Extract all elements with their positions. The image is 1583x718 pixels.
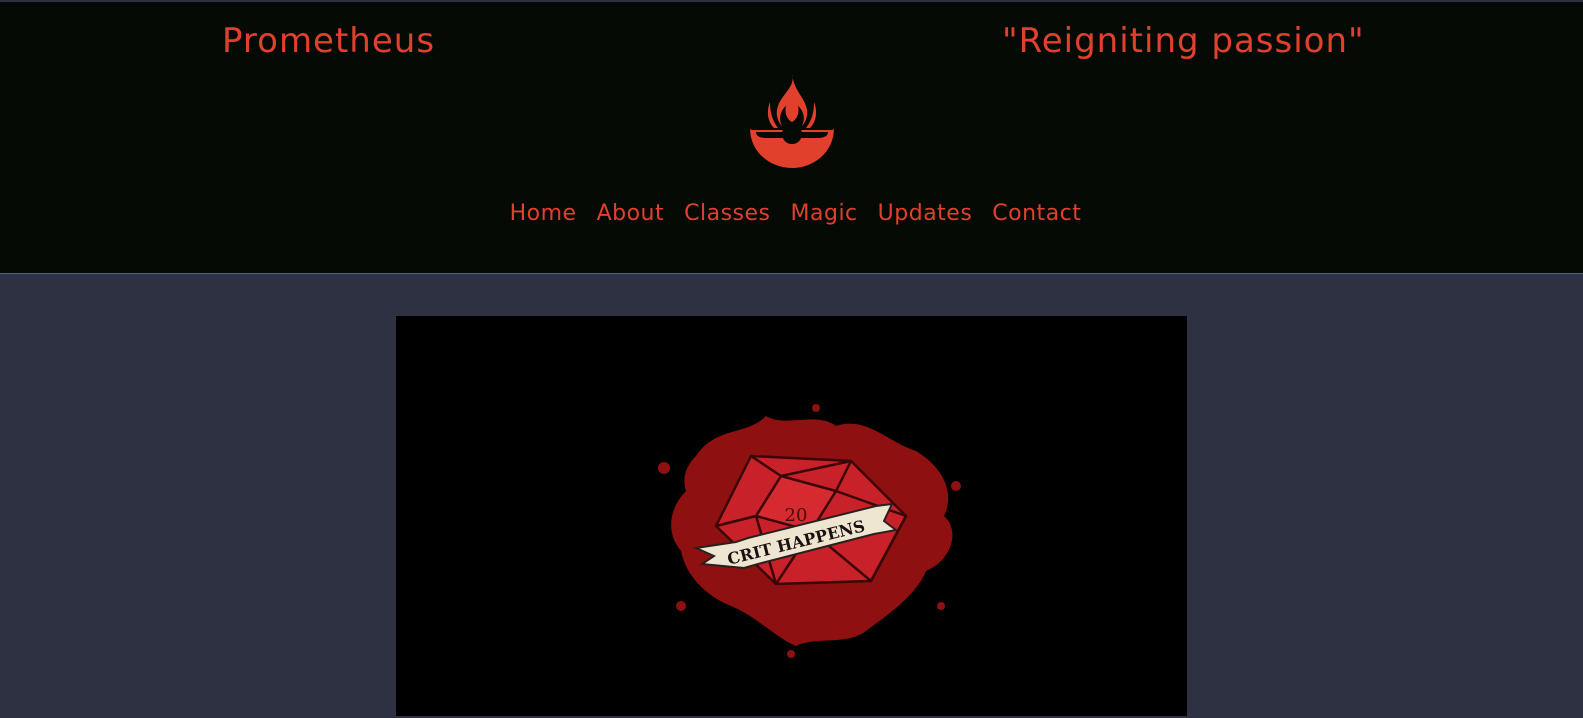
main-nav: Home About Classes Magic Updates Contact: [0, 199, 1583, 229]
nav-home-link[interactable]: Home: [510, 199, 577, 229]
flame-bowl-icon[interactable]: [748, 72, 836, 168]
nav-contact-link[interactable]: Contact: [992, 199, 1081, 229]
page: Prometheus "Reigniting passion" Home Abo…: [0, 0, 1583, 718]
nav-magic-link[interactable]: Magic: [791, 199, 858, 229]
nav-updates-link[interactable]: Updates: [878, 199, 973, 229]
nav-classes-link[interactable]: Classes: [684, 199, 770, 229]
d20-crit-happens-emblem: 20 CRIT HAPPENS: [658, 404, 961, 658]
site-header: Prometheus "Reigniting passion" Home Abo…: [0, 2, 1583, 274]
d20-number: 20: [785, 505, 808, 526]
nav-about-link[interactable]: About: [597, 199, 665, 229]
site-tagline: "Reigniting passion": [1002, 21, 1365, 61]
site-title[interactable]: Prometheus: [222, 20, 435, 62]
hero-banner: 20 CRIT HAPPENS: [396, 316, 1187, 716]
